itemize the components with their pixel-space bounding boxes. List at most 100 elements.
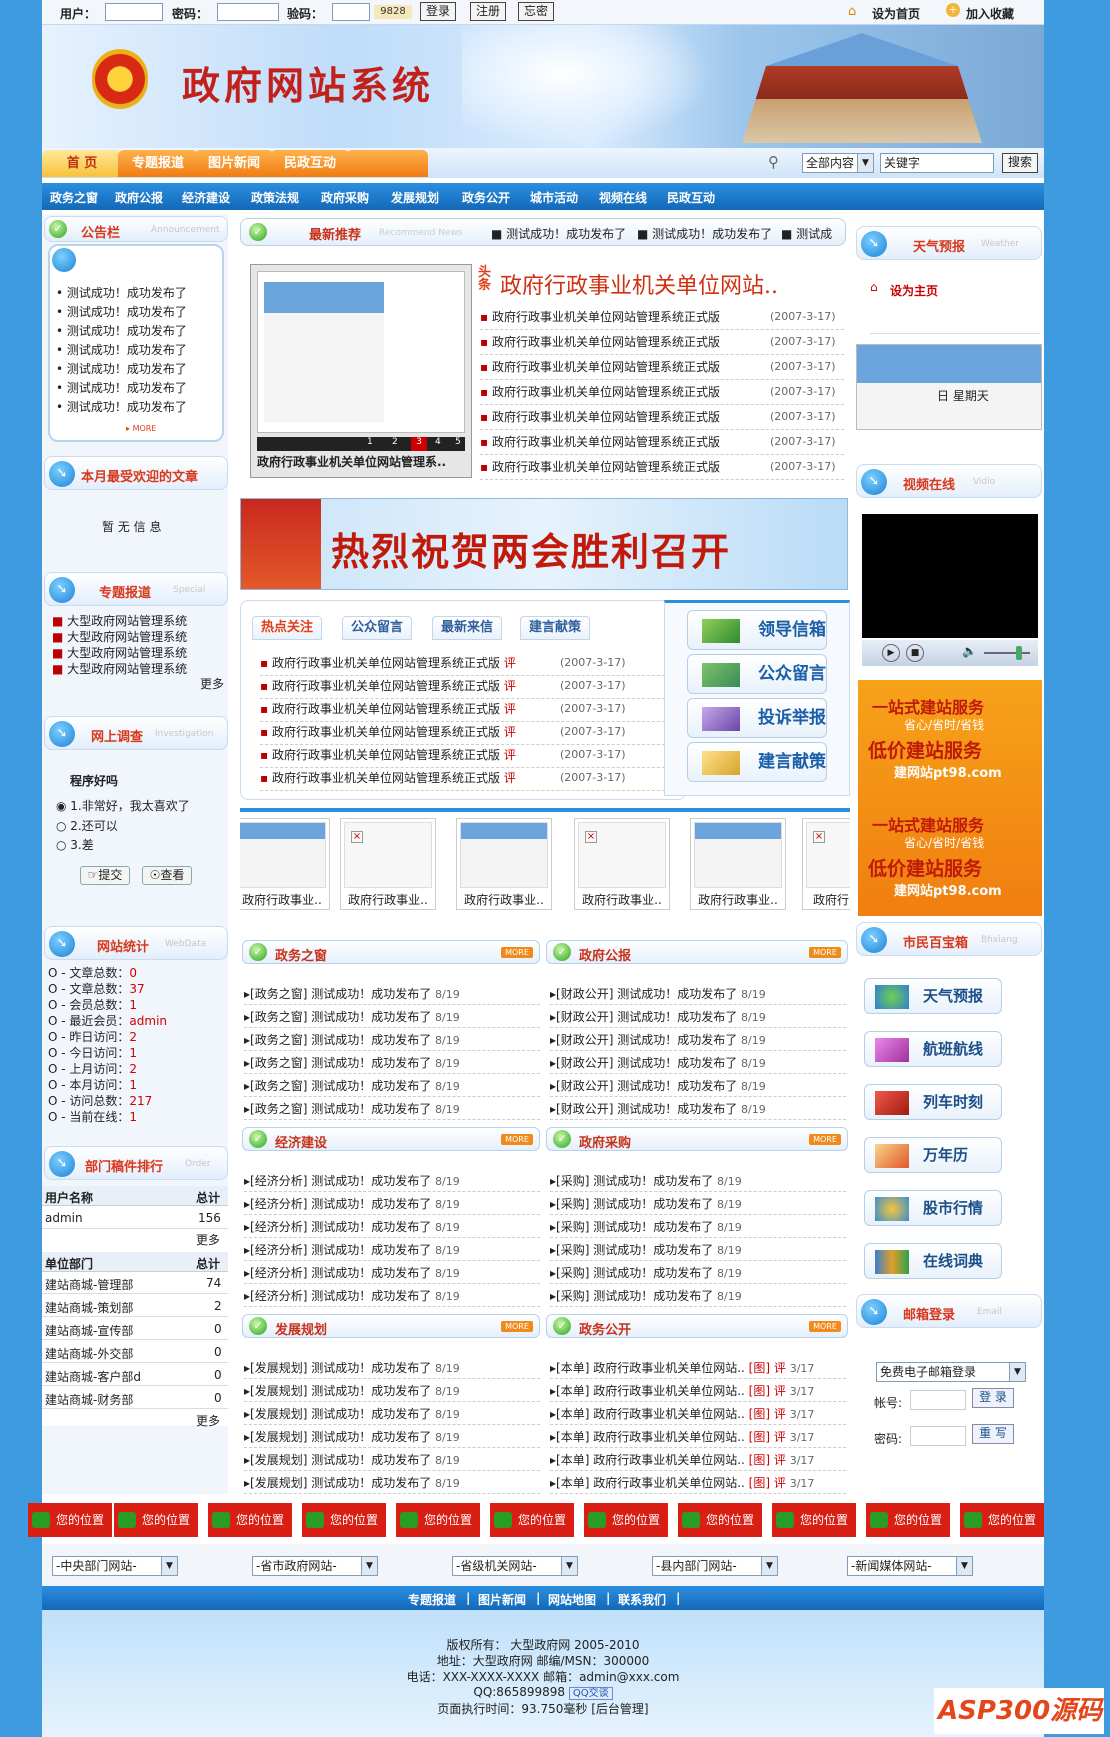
leader-mailbox-button[interactable]: 领导信箱 (687, 610, 827, 650)
email-login-button[interactable]: 登 录 (972, 1388, 1014, 1408)
code-input[interactable] (332, 3, 370, 21)
news-item[interactable]: ▸[经济分析] 测试成功！成功发布了 8/19 (244, 1287, 540, 1307)
login-button[interactable]: 登录 (420, 2, 456, 21)
photo-slider[interactable]: 1 2 3 4 5 政府行政事业机关单位网站管理系.. (250, 264, 472, 478)
position-tile[interactable]: 您的位置 (302, 1503, 386, 1537)
train-service-button[interactable]: 列车时刻 (864, 1084, 1002, 1120)
tab-latest-letters[interactable]: 最新来信 (432, 616, 503, 640)
tab-special[interactable]: 专题报道 (118, 150, 198, 177)
media-sites-select[interactable]: -新闻媒体网站- ▼ (847, 1556, 973, 1576)
position-tile[interactable]: 您的位置 (960, 1503, 1044, 1537)
search-button[interactable]: 搜索 (1002, 153, 1038, 173)
position-tile[interactable]: 您的位置 (584, 1503, 668, 1537)
special-more[interactable]: 更多 (200, 675, 224, 692)
thumb-item[interactable]: × 政府行政事业.. (340, 818, 436, 910)
headline-item[interactable]: ▪ 政府行政事业机关单位网站管理系统正式版 (2007-3-17) (480, 383, 844, 405)
news-item[interactable]: ▸[财政公开] 测试成功！成功发布了 8/19 (550, 1100, 846, 1120)
email-account-input[interactable] (910, 1390, 966, 1410)
news-item[interactable]: ▸[发展规划] 测试成功！成功发布了 8/19 (244, 1405, 540, 1425)
video-screen[interactable] (862, 514, 1038, 638)
news-item[interactable]: ▸[发展规划] 测试成功！成功发布了 8/19 (244, 1428, 540, 1448)
play-icon[interactable]: ▶ (882, 644, 900, 662)
complaint-button[interactable]: 投诉举报 (687, 698, 827, 738)
section-more-button[interactable]: MORE (501, 1134, 533, 1145)
news-item[interactable]: ▸[采购] 测试成功！成功发布了 8/19 (550, 1264, 846, 1284)
notice-item[interactable]: • 测试成功！成功发布了 (56, 379, 187, 396)
hot-item[interactable]: ▪ 政府行政事业机关单位网站管理系统正式版 评 (2007-3-17) (260, 677, 680, 699)
volume-slider[interactable] (984, 652, 1030, 654)
news-item[interactable]: ▸[财政公开] 测试成功！成功发布了 8/19 (550, 1031, 846, 1051)
position-tile[interactable]: 您的位置 (28, 1503, 112, 1537)
news-item[interactable]: ▸[本单] 政府行政事业机关单位网站.. [图] 评 3/17 (550, 1382, 846, 1402)
news-item[interactable]: ▸[采购] 测试成功！成功发布了 8/19 (550, 1218, 846, 1238)
tab-hot[interactable]: 热点关注 (252, 616, 323, 640)
email-password-input[interactable] (910, 1426, 966, 1446)
user-input[interactable] (105, 3, 163, 21)
ranking-dept-row[interactable]: 建站商城-财务部 0 (42, 1388, 228, 1409)
subnav-item-chengshi[interactable]: 城市活动 (530, 189, 578, 206)
subnav-item-fagui[interactable]: 政策法规 (251, 189, 299, 206)
notice-item[interactable]: • 测试成功！成功发布了 (56, 341, 187, 358)
agency-sites-select[interactable]: -省级机关网站- ▼ (452, 1556, 578, 1576)
ticker-item[interactable]: ■ 测试成功！成功发布了 (491, 225, 626, 242)
section-more-button[interactable]: MORE (809, 947, 841, 958)
news-item[interactable]: ▸[政务之窗] 测试成功！成功发布了 8/19 (244, 1054, 540, 1074)
headline-item[interactable]: ▪ 政府行政事业机关单位网站管理系统正式版 (2007-3-17) (480, 433, 844, 455)
section-more-button[interactable]: MORE (809, 1321, 841, 1332)
ranking-dept-row[interactable]: 建站商城-宣传部 0 (42, 1319, 228, 1340)
news-item[interactable]: ▸[采购] 测试成功！成功发布了 8/19 (550, 1172, 846, 1192)
subnav-item-caigou[interactable]: 政府采购 (321, 189, 369, 206)
hot-item[interactable]: ▪ 政府行政事业机关单位网站管理系统正式版 评 (2007-3-17) (260, 723, 680, 745)
central-sites-select[interactable]: -中央部门网站- ▼ (52, 1556, 178, 1576)
news-item[interactable]: ▸[政务之窗] 测试成功！成功发布了 8/19 (244, 985, 540, 1005)
headline-title[interactable]: 政府行政事业机关单位网站.. (500, 268, 778, 300)
notice-item[interactable]: • 测试成功！成功发布了 (56, 360, 187, 377)
tab-public-message[interactable]: 公众留言 (342, 616, 413, 640)
position-tile[interactable]: 您的位置 (396, 1503, 480, 1537)
search-input[interactable]: 关键字 (880, 153, 994, 173)
news-item[interactable]: ▸[本单] 政府行政事业机关单位网站.. [图] 评 3/17 (550, 1451, 846, 1471)
flight-service-button[interactable]: 航班航线 (864, 1031, 1002, 1067)
ranking-user-row[interactable]: admin 156 (42, 1207, 228, 1229)
subnav-item-zhengwu[interactable]: 政务之窗 (50, 189, 98, 206)
news-item[interactable]: ▸[采购] 测试成功！成功发布了 8/19 (550, 1241, 846, 1261)
news-item[interactable]: ▸[政务之窗] 测试成功！成功发布了 8/19 (244, 1031, 540, 1051)
news-item[interactable]: ▸[政务之窗] 测试成功！成功发布了 8/19 (244, 1008, 540, 1028)
news-item[interactable]: ▸[发展规划] 测试成功！成功发布了 8/19 (244, 1474, 540, 1494)
window-scrollbar[interactable] (1058, 0, 1110, 1737)
news-item[interactable]: ▸[财政公开] 测试成功！成功发布了 8/19 (550, 1008, 846, 1028)
ranking-user-more[interactable]: 更多 (196, 1231, 220, 1248)
thumb-item[interactable]: 政府行政事业.. (690, 818, 786, 910)
forgot-button[interactable]: 忘密 (518, 2, 554, 21)
ranking-dept-row[interactable]: 建站商城-策划部 2 (42, 1296, 228, 1317)
position-tile[interactable]: 您的位置 (866, 1503, 950, 1537)
notice-item[interactable]: • 测试成功！成功发布了 (56, 284, 187, 301)
calendar-service-button[interactable]: 万年历 (864, 1137, 1002, 1173)
public-message-button[interactable]: 公众留言 (687, 654, 827, 694)
province-sites-select[interactable]: -省市政府网站- ▼ (252, 1556, 378, 1576)
news-item[interactable]: ▸[经济分析] 测试成功！成功发布了 8/19 (244, 1172, 540, 1192)
news-item[interactable]: ▸[本单] 政府行政事业机关单位网站.. [图] 评 3/17 (550, 1428, 846, 1448)
email-provider-select[interactable]: 免费电子邮箱登录 ▼ (876, 1362, 1026, 1382)
hot-item[interactable]: ▪ 政府行政事业机关单位网站管理系统正式版 评 (2007-3-17) (260, 746, 680, 768)
volume-handle[interactable] (1016, 646, 1022, 660)
news-item[interactable]: ▸[经济分析] 测试成功！成功发布了 8/19 (244, 1264, 540, 1284)
subnav-item-guihua[interactable]: 发展规划 (391, 189, 439, 206)
subnav-item-shipin[interactable]: 视频在线 (599, 189, 647, 206)
section-more-button[interactable]: MORE (501, 1321, 533, 1332)
position-tile[interactable]: 您的位置 (114, 1503, 198, 1537)
ranking-dept-row[interactable]: 建站商城-管理部 74 (42, 1273, 228, 1294)
tab-civil-interaction[interactable]: 民政互动 (270, 150, 350, 177)
email-reset-button[interactable]: 重 写 (972, 1424, 1014, 1444)
position-tile[interactable]: 您的位置 (772, 1503, 856, 1537)
ad-banner[interactable]: 热烈祝贺两会胜利召开 (240, 498, 848, 590)
news-item[interactable]: ▸[本单] 政府行政事业机关单位网站.. [图] 评 3/17 (550, 1405, 846, 1425)
position-tile[interactable]: 您的位置 (678, 1503, 762, 1537)
survey-option[interactable]: ◉ 1.非常好，我太喜欢了 (56, 797, 190, 814)
news-item[interactable]: ▸[本单] 政府行政事业机关单位网站.. [图] 评 3/17 (550, 1359, 846, 1379)
stop-icon[interactable]: ■ (906, 644, 924, 662)
footer-link-contact[interactable]: 联系我们 (618, 1591, 666, 1608)
thumb-item[interactable]: × 政府行政事业.. (574, 818, 670, 910)
subnav-item-minzheng[interactable]: 民政互动 (667, 189, 715, 206)
thumb-item[interactable]: 政府行政事业.. (240, 818, 330, 910)
